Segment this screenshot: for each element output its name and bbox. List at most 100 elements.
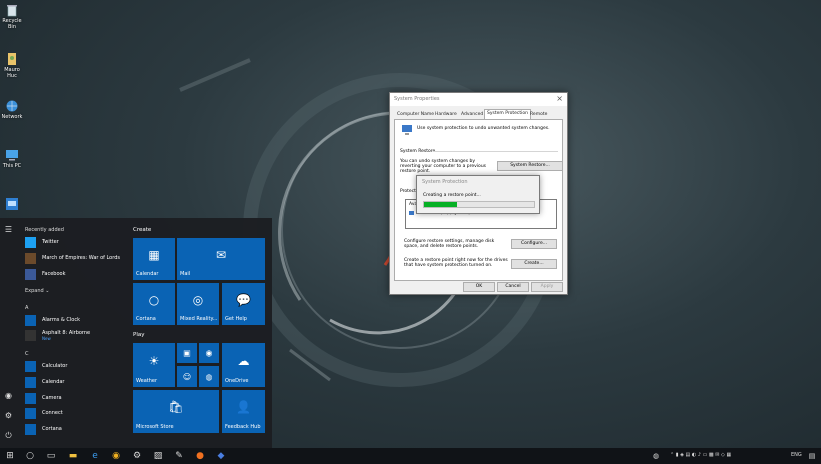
desktop-icon-this-pc[interactable]: This PC (1, 148, 23, 169)
app-list: Recently added Twitter March of Empires:… (22, 218, 130, 448)
apply-button[interactable]: Apply (531, 282, 563, 292)
tile-microsoft-store[interactable]: 🛍 Microsoft Store (133, 390, 219, 433)
input-language[interactable]: ENG (791, 452, 802, 458)
cancel-button[interactable]: Cancel (497, 282, 529, 292)
tile-weather[interactable]: ☀ Weather (133, 343, 175, 387)
app-alarms-clock[interactable]: Alarms & Clock (25, 314, 129, 328)
progress-bar (423, 201, 535, 208)
app-camera[interactable]: Camera (25, 392, 129, 406)
notes-icon[interactable]: ✎ (173, 450, 185, 462)
action-center-icon[interactable]: ▤ (806, 450, 818, 462)
app-facebook[interactable]: Facebook (25, 268, 129, 282)
store-bag-icon: 🛍 (168, 400, 184, 415)
this-pc-icon (6, 150, 18, 161)
desktop-icon-user-folder[interactable]: Mauro Huc (1, 52, 23, 79)
create-description: Create a restore point right now for the… (404, 258, 508, 268)
app-calculator[interactable]: Calculator (25, 360, 129, 374)
settings-icon[interactable]: ⚙ (131, 450, 143, 462)
close-icon[interactable]: × (556, 94, 563, 103)
tile-onedrive[interactable]: ☁ OneDrive (222, 343, 265, 387)
play-group-label: Play (133, 332, 145, 338)
chevron-down-icon: ⌄ (45, 288, 50, 294)
edge-icon[interactable]: e (89, 450, 101, 462)
app-connect[interactable]: Connect (25, 407, 129, 421)
app-cortana[interactable]: Cortana (25, 423, 129, 437)
configure-button[interactable]: Configure... (511, 239, 557, 249)
app-calendar[interactable]: Calendar (25, 376, 129, 390)
system-protection-progress-dialog: System Protection Creating a restore poi… (416, 175, 540, 214)
asphalt-icon (25, 330, 36, 341)
photos-icon[interactable]: ▨ (152, 450, 164, 462)
march-of-empires-icon (25, 253, 36, 264)
alarm-clock-icon (25, 315, 36, 326)
calendar-icon (25, 377, 36, 388)
taskbar: ⊞ ○ ▭ ▬ e ◉ ⚙ ▨ ✎ ● ◆ ◍ ⌃ ▮ ◈ ▤ ◐ ♪ ▭ ▩ … (0, 448, 821, 464)
facebook-icon (25, 269, 36, 280)
cortana-icon (25, 424, 36, 435)
weather-sun-icon: ☀ (148, 353, 160, 368)
twitter-icon (25, 237, 36, 248)
user-folder-icon (8, 53, 16, 65)
tile-mixed-reality[interactable]: ◎ Mixed Reality... (177, 283, 219, 325)
app-march-of-empires[interactable]: March of Empires: War of Lords (25, 252, 129, 266)
tile-calendar[interactable]: ▦ Calendar (133, 238, 175, 280)
create-button[interactable]: Create... (511, 259, 557, 269)
settings-icon[interactable]: ⚙ (3, 410, 14, 421)
drive-icon (409, 211, 414, 215)
calendar-icon: ▦ (148, 247, 160, 262)
desktop-icon-network[interactable]: Network (1, 99, 23, 120)
mixed-reality-icon: ◎ (192, 292, 204, 307)
tile-area: Create ▦ Calendar ✉ Mail ○ Cortana ◎ Mix… (130, 218, 272, 448)
system-restore-button[interactable]: System Restore... (497, 161, 563, 171)
divider (433, 151, 558, 152)
user-account-icon[interactable]: ◉ (3, 390, 14, 401)
tile-movies[interactable]: ▣ (177, 343, 197, 363)
app-icon[interactable]: ◆ (215, 450, 227, 462)
desktop-icon-recycle-bin[interactable]: Recycle Bin (1, 3, 23, 30)
progress-message: Creating a restore point... (423, 193, 481, 198)
app-asphalt-8[interactable]: Asphalt 8: Airborne New (25, 329, 129, 343)
tile-feedback-hub[interactable]: 👤 Feedback Hub (222, 390, 265, 433)
connect-icon (25, 408, 36, 419)
movies-icon: ▣ (183, 348, 191, 358)
windows-start-icon[interactable]: ⊞ (4, 450, 16, 462)
letter-c-header[interactable]: C (25, 351, 29, 357)
tile-xbox[interactable]: ☺ (177, 366, 197, 387)
dialog-title: System Properties (394, 96, 440, 102)
start-rail: ☰ ◉ ⚙ ⏻ (0, 218, 18, 448)
ok-button[interactable]: OK (463, 282, 495, 292)
power-icon[interactable]: ⏻ (3, 430, 14, 441)
cortana-icon: ○ (148, 292, 160, 307)
expand-button[interactable]: Expand ⌄ (25, 288, 50, 294)
tile-webcam[interactable]: ◍ (199, 366, 219, 387)
recycle-bin-icon (7, 5, 17, 17)
intro-text: Use system protection to undo unwanted s… (417, 126, 550, 131)
file-explorer-icon[interactable]: ▬ (67, 450, 79, 462)
restore-description: You can undo system changes by reverting… (400, 159, 487, 174)
people-icon[interactable]: ◍ (650, 450, 662, 462)
tile-cortana[interactable]: ○ Cortana (133, 283, 175, 325)
network-icon (6, 100, 18, 112)
tray-icons[interactable]: ⌃ ▮ ◈ ▤ ◐ ♪ ▭ ▩ ✉ ◇ ▦ (670, 452, 731, 458)
firefox-icon[interactable]: ● (194, 450, 206, 462)
task-view-icon[interactable]: ▭ (45, 450, 57, 462)
progress-dialog-title: System Protection (422, 179, 468, 185)
get-help-icon: 💬 (236, 292, 251, 307)
system-protection-icon (402, 125, 412, 135)
hamburger-menu-icon[interactable]: ☰ (3, 224, 14, 235)
progress-bar-fill (424, 202, 457, 207)
app-twitter[interactable]: Twitter (25, 236, 129, 250)
webcam-icon: ◍ (205, 372, 213, 381)
chrome-icon[interactable]: ◉ (110, 450, 122, 462)
camera-icon (25, 393, 36, 404)
tile-groove[interactable]: ◉ (199, 343, 219, 363)
desktop-icon-control-panel[interactable] (1, 197, 23, 212)
create-group-label: Create (133, 227, 152, 233)
dialog-titlebar[interactable]: System Properties × (390, 93, 567, 106)
tile-get-help[interactable]: 💬 Get Help (222, 283, 265, 325)
start-menu: ☰ ◉ ⚙ ⏻ Recently added Twitter March of … (0, 218, 272, 448)
letter-a-header[interactable]: A (25, 305, 28, 311)
search-icon[interactable]: ○ (24, 450, 36, 462)
recently-added-heading: Recently added (25, 227, 64, 233)
tile-mail[interactable]: ✉ Mail (177, 238, 265, 280)
